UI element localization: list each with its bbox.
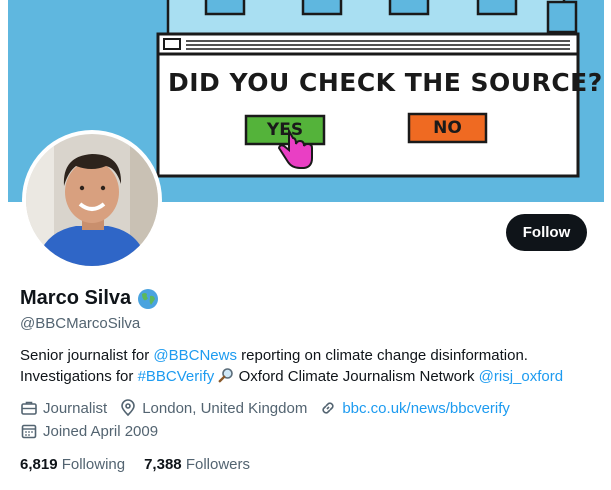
profile-website[interactable]: bbc.co.uk/news/bbcverify xyxy=(319,399,510,417)
banner-no-label: NO xyxy=(433,118,462,138)
following-count: 6,819 xyxy=(20,456,58,473)
job-text: Journalist xyxy=(43,399,108,417)
followers-label: Followers xyxy=(185,456,250,473)
profile-name-row: Marco Silva xyxy=(20,287,159,310)
link-icon xyxy=(322,402,334,414)
followers-count: 7,388 xyxy=(144,456,182,473)
joined-text: Joined April 2009 xyxy=(43,422,159,440)
profile-bio: Senior journalist for @BBCNews reporting… xyxy=(20,345,600,387)
follow-button[interactable]: Follow xyxy=(506,214,587,251)
bio-text: Senior journalist for xyxy=(20,347,154,364)
follow-stats: 6,819 Following 7,388 Followers xyxy=(20,456,269,473)
calendar-icon xyxy=(21,424,37,439)
location-pin-icon xyxy=(121,399,136,417)
mention-link[interactable]: @risj_oxford xyxy=(479,368,563,385)
profile-meta-joined: Joined April 2009 xyxy=(20,422,170,440)
bio-text: Investigations for xyxy=(20,368,138,385)
briefcase-icon xyxy=(21,401,37,415)
globe-emoji-icon xyxy=(138,288,159,309)
website-link[interactable]: bbc.co.uk/news/bbcverify xyxy=(342,400,510,417)
profile-joined: Joined April 2009 xyxy=(20,422,158,440)
profile-meta: Journalist London, United Kingdom bbc.co… xyxy=(20,399,522,417)
bio-text: Oxford Climate Journalism Network xyxy=(234,368,479,385)
avatar-photo xyxy=(26,134,158,266)
following-link[interactable]: 6,819 Following xyxy=(20,456,125,473)
avatar[interactable] xyxy=(22,130,162,270)
profile-location: London, United Kingdom xyxy=(119,399,307,417)
followers-link[interactable]: 7,388 Followers xyxy=(144,456,250,473)
magnifying-glass-icon xyxy=(219,368,234,383)
mention-link[interactable]: @BBCNews xyxy=(153,347,237,364)
profile-handle: @BBCMarcoSilva xyxy=(20,315,141,332)
banner-yes-label: YES xyxy=(266,120,304,140)
location-text: London, United Kingdom xyxy=(142,399,308,417)
following-label: Following xyxy=(61,456,126,473)
banner-question: DID YOU CHECK THE SOURCE? xyxy=(168,68,603,97)
bio-text: reporting on climate change disinformati… xyxy=(236,347,528,364)
profile-name: Marco Silva xyxy=(20,287,132,309)
hashtag-link[interactable]: #BBCVerify xyxy=(138,368,215,385)
profile-job: Journalist xyxy=(20,399,107,417)
